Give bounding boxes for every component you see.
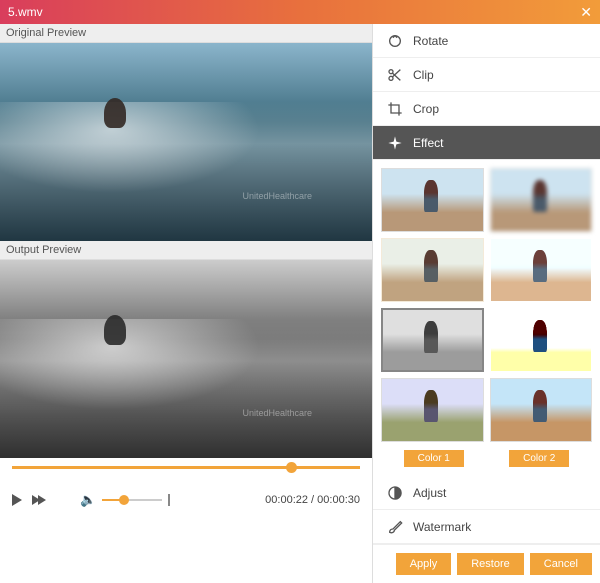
menu-effect[interactable]: Effect [373,126,600,160]
time-display: 00:00:22 / 00:00:30 [265,494,360,506]
close-icon[interactable]: ✕ [580,4,592,21]
adjust-icon [387,485,403,501]
brush-icon [387,519,403,535]
crop-icon [387,101,403,117]
watermark-text: UnitedHealthcare [242,191,312,201]
surfer-graphic-out [104,315,126,345]
effect-thumb-3[interactable] [490,238,593,302]
volume-control: 🔈 [80,492,170,508]
effect-thumb-1[interactable] [490,168,593,232]
menu-clip-label: Clip [413,68,434,82]
volume-slider[interactable] [102,499,162,501]
apply-button[interactable]: Apply [396,553,452,575]
left-panel: Original Preview UnitedHealthcare Output… [0,24,372,583]
menu-adjust-label: Adjust [413,486,446,500]
right-panel: Rotate Clip Crop Effect Color 1 Color 2 [372,24,600,583]
effect-thumb-4[interactable] [381,308,484,372]
play-icon[interactable] [12,494,22,506]
current-time: 00:00:22 [265,494,308,506]
footer-buttons: Apply Restore Cancel [373,544,600,583]
effects-grid: Color 1 Color 2 [373,160,600,476]
window-title: 5.wmv [8,5,43,19]
original-preview-label: Original Preview [0,24,372,43]
wave-graphic-out [0,319,372,458]
output-preview-label: Output Preview [0,241,372,260]
playback-controls: 🔈 00:00:22 / 00:00:30 [0,478,372,522]
menu-crop-label: Crop [413,102,439,116]
color-buttons-row: Color 1 Color 2 [381,448,592,473]
titlebar: 5.wmv ✕ [0,0,600,24]
menu-effect-label: Effect [413,136,443,150]
menu-watermark[interactable]: Watermark [373,510,600,544]
cancel-button[interactable]: Cancel [530,553,592,575]
color2-button[interactable]: Color 2 [509,450,569,467]
scissors-icon [387,67,403,83]
sparkle-icon [387,135,403,151]
effect-thumb-5[interactable] [490,308,593,372]
timeline-track[interactable] [12,466,360,469]
effect-thumb-7[interactable] [490,378,593,442]
effect-thumb-6[interactable] [381,378,484,442]
volume-max-marker [168,494,170,506]
timeline[interactable] [0,458,372,478]
rotate-icon [387,33,403,49]
next-icon[interactable] [32,495,40,505]
watermark-text-out: UnitedHealthcare [242,408,312,418]
menu-rotate-label: Rotate [413,34,448,48]
menu-clip[interactable]: Clip [373,58,600,92]
effect-thumb-0[interactable] [381,168,484,232]
output-preview: UnitedHealthcare [0,260,372,458]
surfer-graphic [104,98,126,128]
menu-adjust[interactable]: Adjust [373,476,600,510]
menu-crop[interactable]: Crop [373,92,600,126]
restore-button[interactable]: Restore [457,553,524,575]
total-time: 00:00:30 [317,494,360,506]
menu-watermark-label: Watermark [413,520,471,534]
original-preview: UnitedHealthcare [0,43,372,241]
color1-button[interactable]: Color 1 [404,450,464,467]
effect-thumb-2[interactable] [381,238,484,302]
wave-graphic [0,102,372,241]
main-layout: Original Preview UnitedHealthcare Output… [0,24,600,583]
volume-icon[interactable]: 🔈 [80,492,96,508]
menu-rotate[interactable]: Rotate [373,24,600,58]
